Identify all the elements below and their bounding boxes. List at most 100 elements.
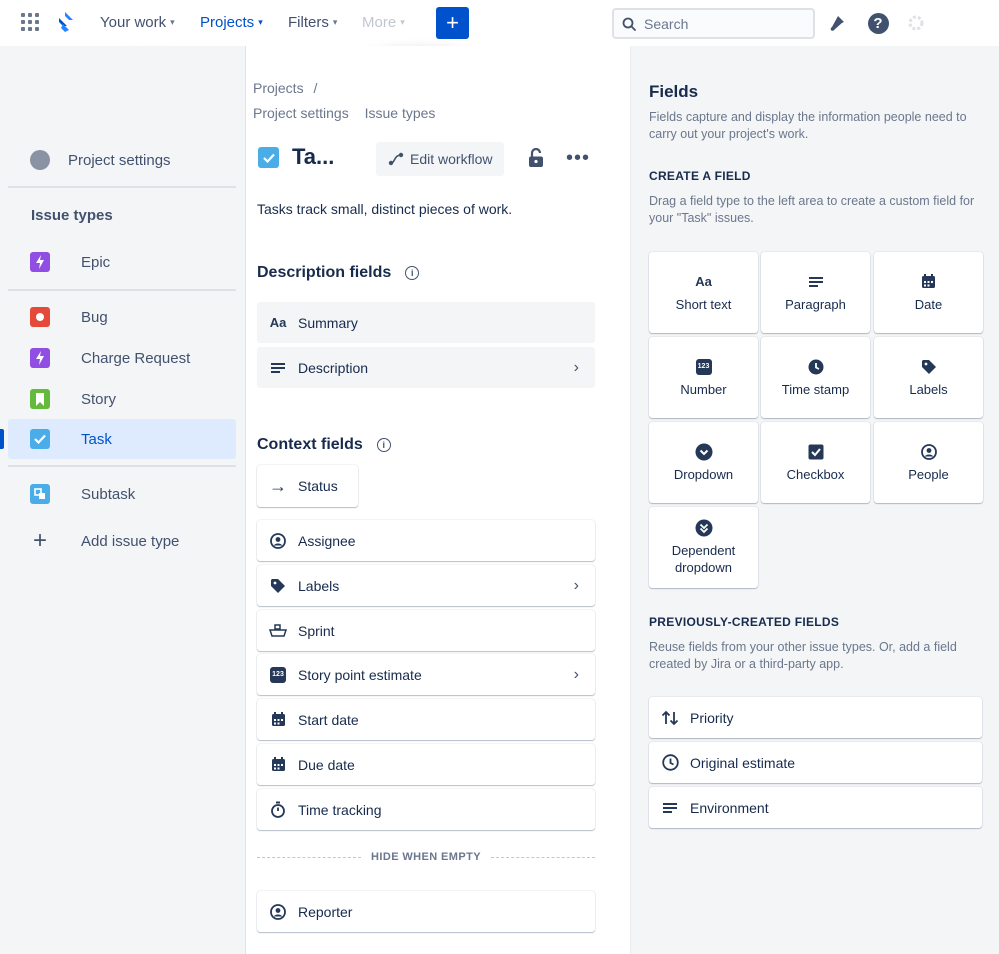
info-icon[interactable]: i — [405, 266, 420, 280]
field-description[interactable]: Description › — [257, 347, 595, 388]
paragraph-icon — [661, 799, 679, 817]
nav-more[interactable]: More ▾ — [362, 14, 405, 31]
add-issue-type-label: Add issue type — [81, 532, 180, 550]
field-type-label: People — [908, 466, 949, 482]
breadcrumb-project-settings[interactable]: Project settings — [253, 105, 349, 121]
sidebar-item-label: Bug — [81, 308, 108, 326]
field-assignee[interactable]: Assignee — [257, 520, 595, 561]
description-fields-heading: Description fields i — [257, 264, 420, 282]
sidebar-item-epic[interactable]: Epic — [8, 242, 236, 282]
previous-field-original-estimate[interactable]: Original estimate — [649, 742, 982, 783]
breadcrumb-projects[interactable]: Projects — [253, 80, 304, 96]
calendar-icon — [269, 711, 287, 729]
field-label: Reporter — [298, 903, 353, 920]
sidebar-item-label: Task — [81, 430, 112, 448]
breadcrumb-row-2: Project settings Issue types — [253, 105, 435, 121]
field-label: Due date — [298, 756, 355, 773]
field-type-label: Short text — [675, 296, 732, 312]
field-type-label: Labels — [909, 381, 948, 397]
field-sprint[interactable]: Sprint — [257, 610, 595, 651]
field-label: Summary — [298, 314, 358, 331]
app-switcher-icon[interactable] — [21, 13, 39, 31]
sidebar-project-settings-label: Project settings — [68, 151, 171, 169]
description-fields-title: Description fields — [257, 264, 392, 281]
field-due-date[interactable]: Due date — [257, 744, 595, 785]
field-label: Original estimate — [690, 754, 796, 771]
nav-your-work[interactable]: Your work ▾ — [100, 14, 175, 31]
clock-icon — [661, 754, 679, 772]
edit-workflow-button[interactable]: Edit workflow — [376, 142, 505, 176]
field-type-dependent-dropdown[interactable]: Dependent dropdown — [649, 507, 758, 588]
task-type-icon — [258, 147, 279, 168]
more-options-icon[interactable]: ••• — [566, 145, 590, 171]
unlock-icon[interactable] — [524, 145, 548, 171]
field-type-label: Number — [680, 381, 727, 397]
chevron-down-icon: ▾ — [332, 17, 338, 27]
field-type-checkbox[interactable]: Checkbox — [761, 422, 870, 503]
field-type-number[interactable]: 123 Number — [649, 337, 758, 418]
clock-icon — [807, 358, 825, 376]
dropdown-icon — [695, 443, 713, 461]
field-label: Environment — [690, 799, 769, 816]
field-reporter[interactable]: Reporter — [257, 891, 595, 932]
lightning-icon — [30, 348, 50, 368]
previous-field-priority[interactable]: Priority — [649, 697, 982, 738]
page-title[interactable]: Ta... — [292, 144, 334, 170]
field-type-labels[interactable]: Labels — [874, 337, 983, 418]
field-type-time-stamp[interactable]: Time stamp — [761, 337, 870, 418]
jira-logo-icon[interactable] — [55, 11, 75, 38]
sidebar-project-settings[interactable]: Project settings — [8, 140, 236, 180]
create-button[interactable]: + — [436, 7, 469, 39]
info-icon[interactable]: i — [376, 438, 391, 452]
fields-panel-title: Fields — [649, 82, 699, 101]
arrow-right-icon: → — [269, 475, 287, 496]
search-field[interactable] — [612, 8, 815, 39]
subtask-icon — [30, 484, 50, 504]
field-start-date[interactable]: Start date — [257, 699, 595, 740]
nav-filters-label: Filters — [288, 14, 329, 31]
chevron-right-icon[interactable]: › — [574, 666, 579, 684]
bug-icon — [30, 307, 50, 327]
field-type-people[interactable]: People — [874, 422, 983, 503]
fields-panel: Fields Fields capture and display the in… — [630, 46, 999, 954]
edit-workflow-label: Edit workflow — [410, 151, 493, 167]
field-story-point-estimate[interactable]: 123 Story point estimate › — [257, 654, 595, 695]
sidebar-item-task[interactable]: Task — [0, 419, 236, 459]
plus-icon: + — [32, 527, 47, 554]
field-type-date[interactable]: Date — [874, 252, 983, 333]
bookmark-icon — [30, 389, 50, 409]
sprint-icon — [269, 622, 287, 640]
top-navigation: Your work▾ Projects▾ Filters▾ More▾ + ? — [0, 0, 999, 46]
field-labels[interactable]: Labels › — [257, 565, 595, 606]
paragraph-icon — [807, 273, 825, 291]
divider — [8, 465, 236, 467]
sidebar-item-subtask[interactable]: Subtask — [8, 474, 236, 514]
chevron-down-icon: ▾ — [258, 17, 263, 27]
search-input[interactable] — [644, 15, 804, 32]
add-issue-type-button[interactable]: + Add issue type — [8, 521, 236, 561]
sidebar-item-bug[interactable]: Bug — [8, 297, 236, 337]
dependent-dropdown-icon — [695, 519, 713, 537]
field-label: Sprint — [298, 622, 335, 639]
chevron-right-icon[interactable]: › — [574, 577, 579, 595]
field-label: Assignee — [298, 532, 356, 549]
breadcrumb-issue-types[interactable]: Issue types — [365, 105, 436, 121]
field-time-tracking[interactable]: Time tracking — [257, 789, 595, 830]
previous-field-environment[interactable]: Environment — [649, 787, 982, 828]
settings-gear-icon[interactable] — [905, 12, 927, 34]
field-type-short-text[interactable]: Aa Short text — [649, 252, 758, 333]
sidebar-item-story[interactable]: Story — [8, 379, 236, 419]
field-type-paragraph[interactable]: Paragraph — [761, 252, 870, 333]
help-icon[interactable]: ? — [867, 12, 889, 34]
sidebar-item-charge-request[interactable]: Charge Request — [8, 338, 236, 378]
chevron-down-icon: ▾ — [170, 17, 175, 27]
notifications-bell-icon[interactable] — [827, 12, 849, 34]
field-type-dropdown[interactable]: Dropdown — [649, 422, 758, 503]
project-avatar-icon — [30, 150, 50, 170]
nav-filters[interactable]: Filters ▾ — [288, 14, 337, 31]
chevron-right-icon[interactable]: › — [574, 359, 579, 377]
context-fields-title: Context fields — [257, 436, 363, 453]
field-status[interactable]: → Status — [257, 465, 358, 507]
nav-projects[interactable]: Projects ▾ — [200, 14, 263, 31]
field-summary[interactable]: Aa Summary — [257, 302, 595, 343]
